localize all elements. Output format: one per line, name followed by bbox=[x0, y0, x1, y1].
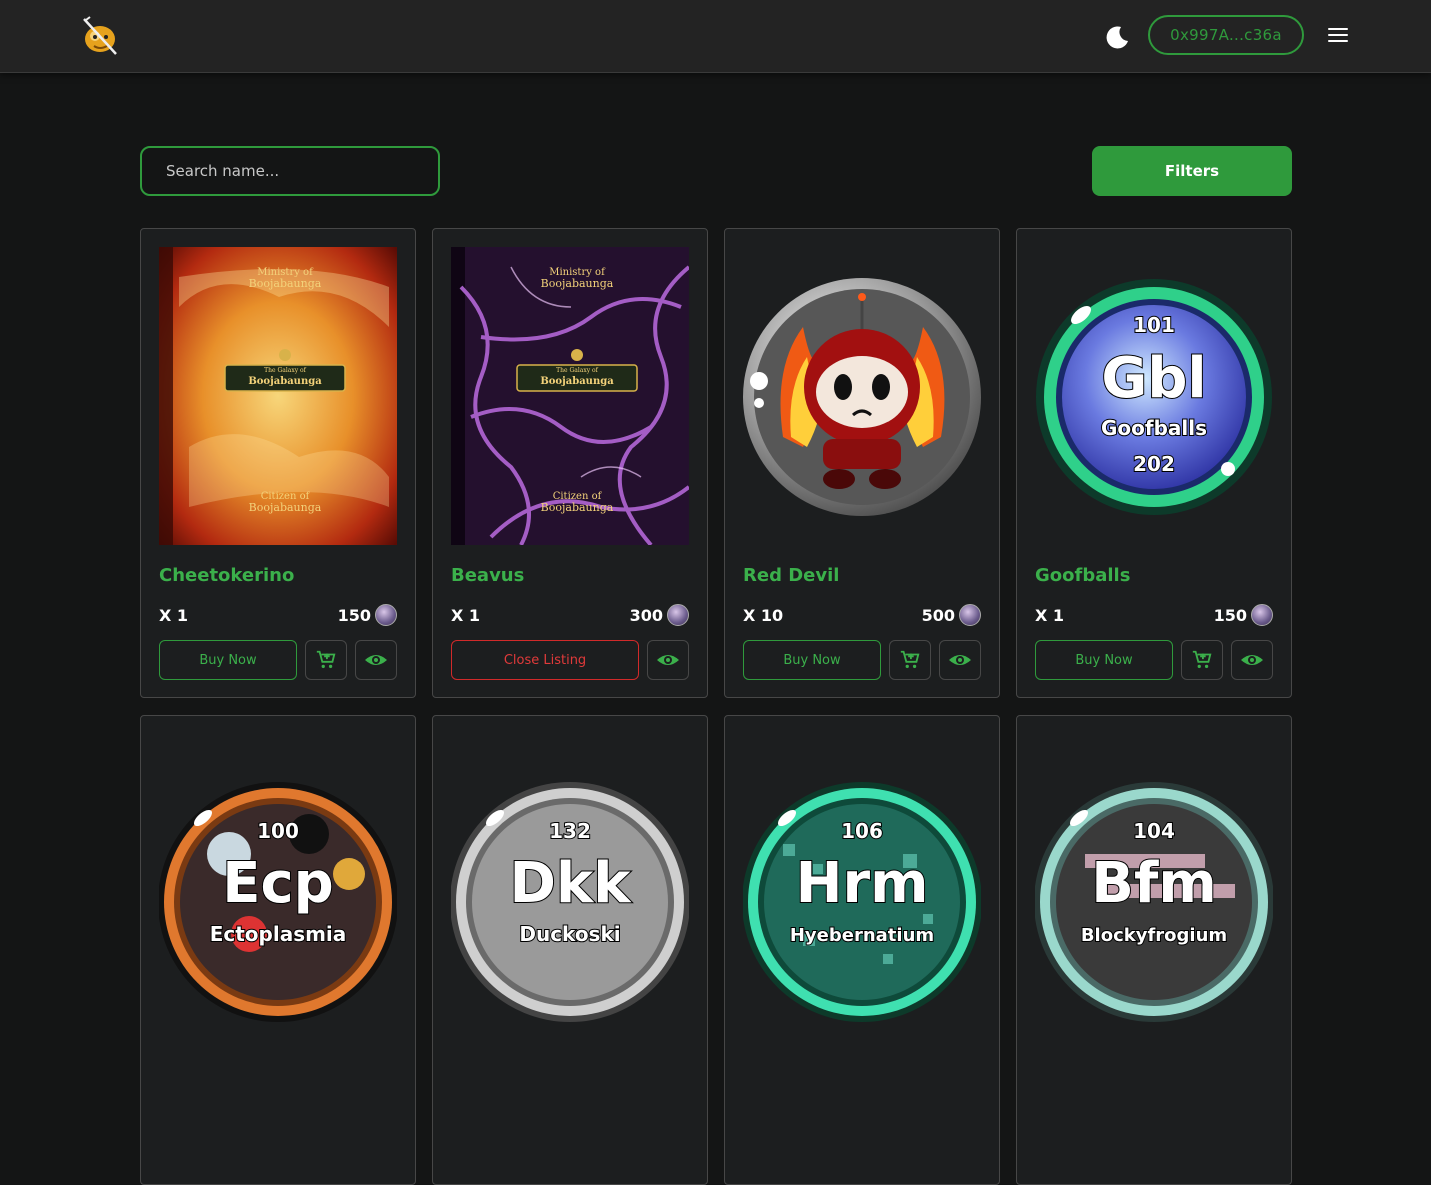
element-label: Ectoplasmia bbox=[210, 922, 347, 946]
buy-now-button[interactable]: Buy Now bbox=[1035, 640, 1173, 680]
listing-card: Ministry of Boojabaunga The Galaxy of Bo… bbox=[432, 228, 708, 698]
view-button[interactable] bbox=[939, 640, 981, 680]
passport-book-image[interactable]: Ministry of Boojabaunga The Galaxy of Bo… bbox=[159, 247, 397, 545]
element-symbol: Gbl bbox=[1101, 346, 1206, 411]
element-number: 100 bbox=[257, 819, 299, 843]
eye-icon bbox=[657, 655, 679, 665]
book-banner-top: The Galaxy of bbox=[556, 367, 598, 374]
element-symbol: Ecp bbox=[222, 851, 334, 916]
boojabaunga-logo-icon[interactable] bbox=[80, 16, 120, 56]
book-title-line: Boojabaunga bbox=[249, 501, 322, 514]
red-devil-character-image[interactable] bbox=[743, 247, 981, 545]
element-number: 202 bbox=[1133, 452, 1175, 476]
element-number: 104 bbox=[1133, 819, 1175, 843]
book-title-line: Boojabaunga bbox=[541, 501, 614, 514]
boojabaunga-coin-icon bbox=[1251, 604, 1273, 626]
close-listing-button[interactable]: Close Listing bbox=[451, 640, 639, 680]
element-number: 132 bbox=[549, 819, 591, 843]
passport-book-image[interactable]: Ministry of Boojabaunga The Galaxy of Bo… bbox=[451, 247, 689, 545]
card-price: 500 bbox=[921, 606, 955, 625]
add-to-cart-button[interactable] bbox=[305, 640, 347, 680]
boojabaunga-coin-icon bbox=[667, 604, 689, 626]
element-badge-image[interactable]: 106 Hrm Hyebernatium bbox=[743, 734, 981, 1032]
element-number: 106 bbox=[841, 819, 883, 843]
book-title-line: Boojabaunga bbox=[249, 277, 322, 290]
buy-now-button[interactable]: Buy Now bbox=[159, 640, 297, 680]
element-badge-image[interactable]: 101 Gbl Goofballs 202 bbox=[1035, 247, 1273, 545]
view-button[interactable] bbox=[1231, 640, 1273, 680]
element-label: Goofballs bbox=[1101, 416, 1207, 440]
listing-card: 104 Bfm Blockyfrogium bbox=[1016, 715, 1292, 1185]
listing-card: 101 Gbl Goofballs 202 Goofballs X 1 150 … bbox=[1016, 228, 1292, 698]
card-price: 300 bbox=[629, 606, 663, 625]
buy-now-button[interactable]: Buy Now bbox=[743, 640, 881, 680]
listing-card: Red Devil X 10 500 Buy Now bbox=[724, 228, 1000, 698]
listing-card: 132 Dkk Duckoski bbox=[432, 715, 708, 1185]
element-badge-image[interactable]: 104 Bfm Blockyfrogium bbox=[1035, 734, 1273, 1032]
top-navbar: 0x997A...c36a bbox=[0, 0, 1431, 73]
add-to-cart-icon bbox=[900, 650, 920, 669]
card-title[interactable]: Beavus bbox=[451, 565, 524, 586]
element-badge-image[interactable]: 132 Dkk Duckoski bbox=[451, 734, 689, 1032]
element-symbol: Dkk bbox=[510, 851, 633, 916]
card-price: 150 bbox=[337, 606, 371, 625]
moon-icon[interactable] bbox=[1104, 24, 1130, 50]
card-quantity: X 1 bbox=[1035, 606, 1065, 625]
view-button[interactable] bbox=[355, 640, 397, 680]
boojabaunga-coin-icon bbox=[375, 604, 397, 626]
card-title[interactable]: Red Devil bbox=[743, 565, 839, 586]
add-to-cart-icon bbox=[316, 650, 336, 669]
element-symbol: Hrm bbox=[796, 851, 929, 916]
eye-icon bbox=[949, 655, 971, 665]
add-to-cart-button[interactable] bbox=[889, 640, 931, 680]
eye-icon bbox=[1241, 655, 1263, 665]
element-label: Duckoski bbox=[519, 922, 620, 946]
book-banner-top: The Galaxy of bbox=[264, 367, 306, 374]
hamburger-menu-icon[interactable] bbox=[1328, 28, 1348, 44]
card-price: 150 bbox=[1213, 606, 1247, 625]
book-banner-main: Boojabaunga bbox=[248, 376, 322, 387]
listing-card: 106 Hrm Hyebernatium bbox=[724, 715, 1000, 1185]
boojabaunga-coin-icon bbox=[959, 604, 981, 626]
eye-icon bbox=[365, 655, 387, 665]
card-title[interactable]: Goofballs bbox=[1035, 565, 1130, 586]
wallet-address-button[interactable]: 0x997A...c36a bbox=[1148, 15, 1304, 55]
add-to-cart-icon bbox=[1192, 650, 1212, 669]
search-input[interactable] bbox=[140, 146, 440, 196]
listing-card: 100 Ecp Ectoplasmia bbox=[140, 715, 416, 1185]
card-quantity: X 1 bbox=[159, 606, 189, 625]
view-button[interactable] bbox=[647, 640, 689, 680]
card-quantity: X 10 bbox=[743, 606, 784, 625]
element-symbol: Bfm bbox=[1091, 851, 1216, 916]
listing-card: Ministry of Boojabaunga The Galaxy of Bo… bbox=[140, 228, 416, 698]
card-quantity: X 1 bbox=[451, 606, 481, 625]
element-number: 101 bbox=[1133, 313, 1175, 337]
element-badge-image[interactable]: 100 Ecp Ectoplasmia bbox=[159, 734, 397, 1032]
book-title-line: Boojabaunga bbox=[541, 277, 614, 290]
card-title[interactable]: Cheetokerino bbox=[159, 565, 294, 586]
add-to-cart-button[interactable] bbox=[1181, 640, 1223, 680]
book-banner-main: Boojabaunga bbox=[540, 376, 614, 387]
filters-button[interactable]: Filters bbox=[1092, 146, 1292, 196]
